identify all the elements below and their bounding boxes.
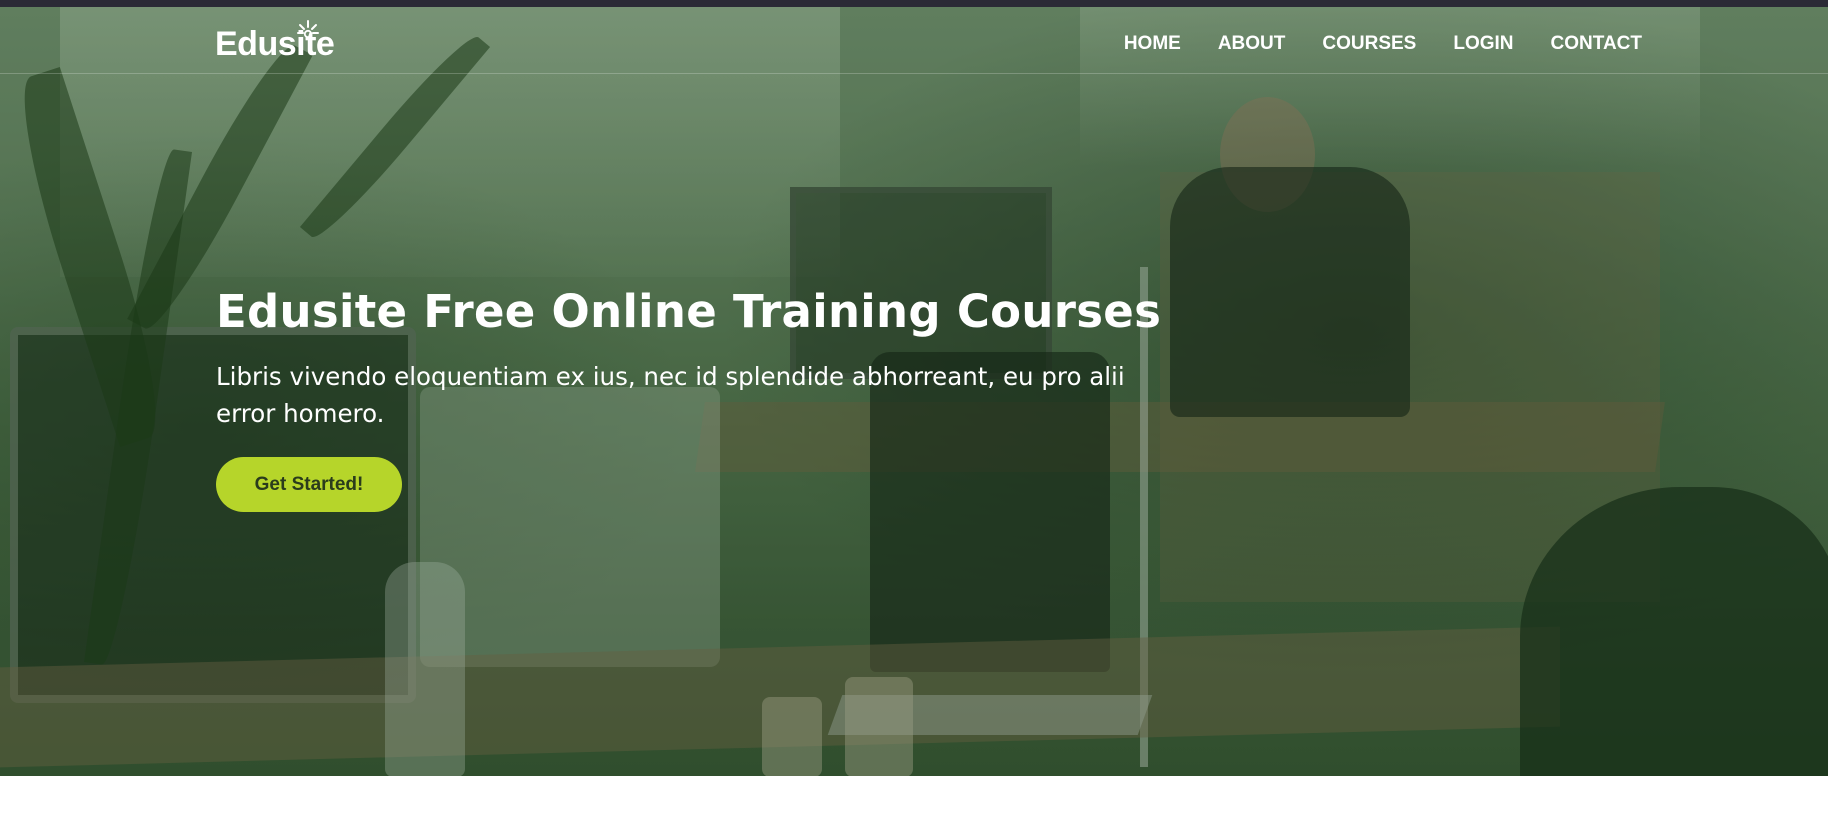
sparkle-icon [297,20,319,39]
hero-title: Edusite Free Online Training Courses [216,285,1162,338]
get-started-button[interactable]: Get Started! [216,457,402,512]
top-navbar: Edusite HOME ABOUT COURSES LOGIN CONTACT [0,7,1828,74]
nav-login[interactable]: LOGIN [1453,33,1513,55]
nav-home[interactable]: HOME [1124,33,1181,55]
browser-top-strip [0,0,1828,7]
nav-contact[interactable]: CONTACT [1551,33,1642,55]
nav-courses[interactable]: COURSES [1322,33,1416,55]
hero-subtitle: Libris vivendo eloquentiam ex ius, nec i… [216,362,1125,428]
nav-about[interactable]: ABOUT [1218,33,1286,55]
main-nav: HOME ABOUT COURSES LOGIN CONTACT [1124,33,1642,55]
